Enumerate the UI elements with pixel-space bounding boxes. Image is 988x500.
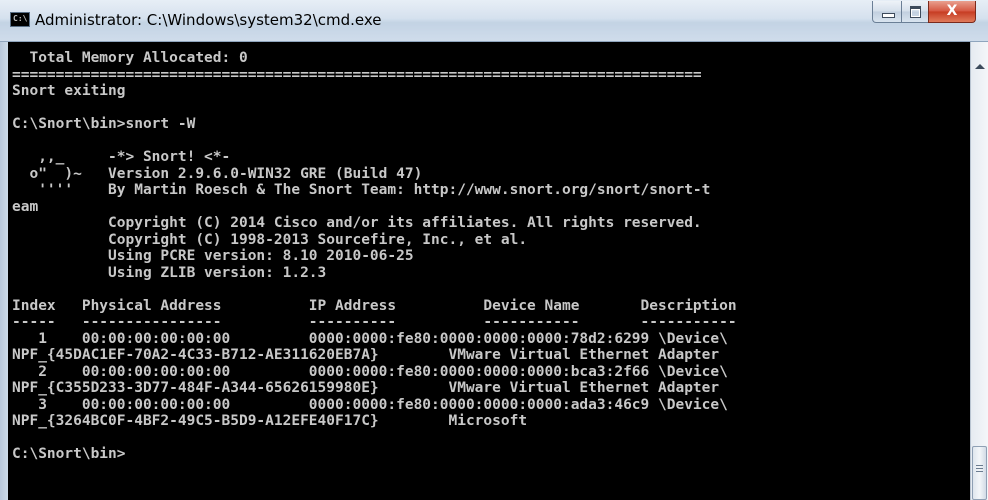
- scroll-thumb[interactable]: [972, 446, 987, 500]
- console-line: 1 00:00:00:00:00:00 0000:0000:fe80:0000:…: [12, 330, 728, 347]
- maximize-icon: [910, 6, 921, 18]
- console-line: ,,_ -*> Snort! <*-: [12, 149, 231, 165]
- app-icon-glyph: C:\: [13, 14, 28, 23]
- console-line: NPF_{C355D233-3D77-484F-A344-65626159980…: [12, 380, 720, 396]
- cmd-app-icon[interactable]: C:\: [10, 12, 30, 27]
- cmd-window: C:\ Administrator: C:\Windows\system32\c…: [0, 0, 988, 500]
- console-line: C:\Snort\bin>snort -W: [12, 116, 196, 132]
- console-text: Total Memory Allocated: 0 ==============…: [12, 50, 737, 463]
- console-line: '''' By Martin Roesch & The Snort Team: …: [12, 182, 711, 198]
- minimize-button[interactable]: [872, 1, 902, 23]
- console-line: Using ZLIB version: 1.2.3: [12, 264, 327, 281]
- console-line: Total Memory Allocated: 0: [12, 50, 248, 66]
- console-line: 3 00:00:00:00:00:00 0000:0000:fe80:0000:…: [12, 396, 728, 413]
- console-line: NPF_{45DAC1EF-70A2-4C33-B712-AE311620EB7…: [12, 347, 720, 363]
- console-prompt: C:\Snort\bin>: [12, 446, 126, 462]
- scroll-up-arrow-icon[interactable]: [975, 64, 985, 69]
- console-output[interactable]: Total Memory Allocated: 0 ==============…: [8, 42, 970, 500]
- console-line: 2 00:00:00:00:00:00 0000:0000:fe80:0000:…: [12, 363, 728, 380]
- minimize-icon: [882, 13, 895, 18]
- console-line: Index Physical Address IP Address Device…: [12, 297, 737, 314]
- close-icon: X: [946, 3, 958, 19]
- console-line: o" )~ Version 2.9.6.0-WIN32 GRE (Build 4…: [12, 165, 423, 182]
- scroll-grip-icon: [976, 465, 983, 473]
- console-line: ========================================…: [12, 66, 702, 83]
- console-line: NPF_{3264BC0F-4BF2-49C5-B5D9-A12EFE40F17…: [12, 413, 528, 429]
- window-frame-left: [0, 42, 8, 500]
- vertical-scrollbar[interactable]: [970, 42, 988, 500]
- console-line: eam: [12, 198, 39, 215]
- close-button[interactable]: X: [928, 1, 976, 23]
- console-line: Copyright (C) 1998-2013 Sourcefire, Inc.…: [12, 231, 528, 248]
- maximize-button[interactable]: [901, 1, 929, 23]
- console-line: Snort exiting: [12, 83, 126, 99]
- console-line: ----- ---------------- ---------- ------…: [12, 314, 737, 330]
- console-line: Using PCRE version: 8.10 2010-06-25: [12, 248, 414, 264]
- title-bar[interactable]: C:\ Administrator: C:\Windows\system32\c…: [0, 0, 988, 42]
- console-line: Copyright (C) 2014 Cisco and/or its affi…: [12, 215, 702, 231]
- window-title: Administrator: C:\Windows\system32\cmd.e…: [35, 11, 382, 29]
